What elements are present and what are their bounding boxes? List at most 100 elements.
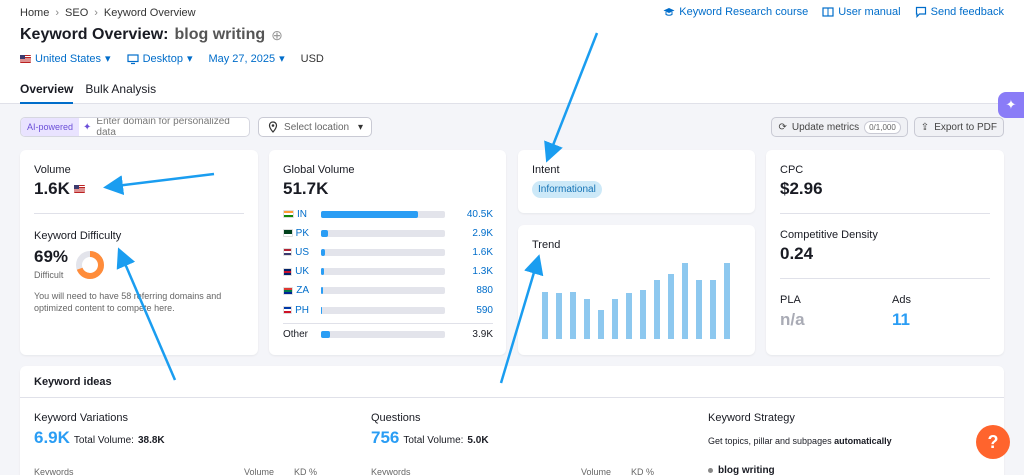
tab-bulk-analysis[interactable]: Bulk Analysis — [85, 82, 156, 104]
competitive-density-value: 0.24 — [780, 244, 814, 263]
keyword-variations-value[interactable]: 6.9K — [34, 428, 70, 448]
global-volume-value: 51.7K — [283, 179, 329, 198]
export-pdf-button[interactable]: ⇪ Export to PDF — [913, 117, 1004, 137]
questions-value[interactable]: 756 — [371, 428, 399, 448]
global-volume-card: Global Volume 51.7K IN 40.5K PK 2.9K US 1.6K U… — [269, 150, 506, 355]
user-manual-link[interactable]: User manual — [822, 6, 901, 18]
country-code[interactable]: PH — [283, 305, 309, 316]
country-volume-value[interactable]: 1.3K — [472, 266, 493, 277]
country-volume-value[interactable]: 40.5K — [467, 209, 493, 220]
competitive-density-label: Competitive Density — [780, 229, 878, 241]
page-title-prefix: Keyword Overview: — [20, 26, 169, 43]
global-volume-other-fill — [321, 330, 331, 338]
trend-bar — [626, 293, 632, 339]
country-code[interactable]: ZA — [283, 285, 309, 296]
ai-assistant-button[interactable]: ✦ — [998, 92, 1024, 118]
country-volume-bar — [321, 229, 445, 237]
toolbar: AI-powered ✦ Enter domain for personaliz… — [20, 117, 373, 137]
country-volume-value[interactable]: 590 — [476, 305, 493, 316]
tab-overview[interactable]: Overview — [20, 82, 74, 104]
questions-label: Questions — [371, 412, 421, 424]
country-code-label: IN — [297, 208, 307, 220]
questions-row: 756 Total Volume: 5.0K — [371, 428, 489, 448]
country-volume-value[interactable]: 2.9K — [472, 228, 493, 239]
country-volume-bar — [321, 248, 445, 256]
chevron-down-icon: ▾ — [279, 53, 285, 65]
domain-input[interactable]: ✦ Enter domain for personalized data — [79, 118, 249, 136]
trend-chart — [540, 263, 736, 339]
country-volume-bar — [321, 268, 445, 276]
country-volume-bar — [321, 306, 445, 314]
trend-label: Trend — [532, 239, 561, 251]
add-circle-icon[interactable]: ⊕ — [271, 27, 283, 44]
intent-card: Intent Informational — [518, 150, 755, 213]
device-select[interactable]: Desktop ▾ — [126, 52, 192, 65]
country-code[interactable]: UK — [283, 266, 309, 277]
us-flag-icon — [20, 54, 31, 63]
refresh-icon: ⟳ — [778, 121, 787, 133]
breadcrumb-current: Keyword Overview — [103, 7, 196, 19]
intent-badge: Informational — [532, 181, 602, 198]
country-volume-value[interactable]: 1.6K — [472, 247, 493, 258]
country-flag-icon — [283, 267, 293, 276]
keyword-research-course-link[interactable]: Keyword Research course — [663, 6, 808, 18]
trend-bar — [612, 299, 618, 339]
date-select[interactable]: May 27, 2025 ▾ — [208, 52, 285, 66]
column-header-keywords: Keywords — [34, 467, 74, 475]
keyword-variations-label: Keyword Variations — [34, 412, 128, 424]
breadcrumb-seo[interactable]: SEO — [65, 7, 88, 19]
column-header-kd: KD % — [631, 467, 655, 475]
chevron-right-icon: › — [55, 7, 60, 19]
send-feedback-link[interactable]: Send feedback — [915, 6, 1004, 18]
keyword-strategy-desc: Get topics, pillar and subpages — [708, 436, 832, 446]
country-volume-fill — [321, 229, 329, 237]
keyword-strategy-item-label: blog writing — [718, 465, 775, 475]
country-volume-value[interactable]: 880 — [476, 285, 493, 296]
keyword-research-course-label: Keyword Research course — [679, 6, 809, 18]
trend-bar — [584, 299, 590, 339]
global-volume-row: PK 2.9K — [283, 227, 493, 239]
ads-value: 11 — [892, 310, 910, 329]
graduation-cap-icon — [663, 8, 675, 16]
questions-total: 5.0K — [467, 435, 489, 446]
location-select[interactable]: Select location ▾ — [258, 117, 373, 137]
country-volume-fill — [321, 248, 325, 256]
date-select-value: May 27, 2025 — [208, 52, 276, 65]
help-button[interactable]: ? — [976, 425, 1010, 459]
book-icon — [822, 7, 834, 17]
country-volume-fill — [321, 306, 323, 314]
keyword-strategy-desc-row: Get topics, pillar and subpages automati… — [708, 436, 892, 446]
country-code-label: ZA — [296, 285, 309, 297]
column-header-volume: Volume — [581, 467, 612, 475]
device-select-value: Desktop — [142, 52, 183, 65]
update-metrics-button[interactable]: ⟳ Update metrics 0/1,000 — [771, 117, 908, 137]
volume-card: Volume 1.6K Keyword Difficulty 69% Diffi… — [20, 150, 258, 355]
global-volume-row: ZA 880 — [283, 285, 493, 297]
right-tools: ⟳ Update metrics 0/1,000 ⇪ Export to PDF — [771, 117, 1004, 137]
pla-value: n/a — [780, 310, 805, 329]
country-code[interactable]: US — [283, 247, 309, 258]
global-volume-other-bar — [321, 330, 445, 338]
us-flag-icon — [73, 185, 85, 193]
divider — [34, 213, 244, 214]
divider — [20, 397, 1004, 398]
breadcrumb-home[interactable]: Home — [20, 7, 49, 19]
country-volume-bar — [321, 210, 445, 218]
top-links: Keyword Research course User manual Send… — [663, 6, 1004, 18]
chevron-down-icon: ▾ — [105, 53, 111, 65]
keyword-ideas-card: Keyword ideas Keyword Variations 6.9K To… — [20, 366, 1004, 475]
country-code[interactable]: PK — [283, 228, 309, 239]
trend-bar — [696, 279, 702, 339]
country-volume-fill — [321, 287, 324, 295]
trend-bar — [556, 293, 562, 339]
country-code-label: PK — [295, 227, 309, 239]
country-code[interactable]: IN — [283, 209, 309, 220]
sparkle-icon: ✦ — [83, 121, 92, 133]
global-volume-row: US 1.6K — [283, 246, 493, 258]
keyword-strategy-item[interactable]: blog writing — [708, 465, 775, 475]
trend-bar — [682, 263, 688, 339]
country-select[interactable]: United States ▾ — [20, 52, 111, 65]
keyword-variations-row: 6.9K Total Volume: 38.8K — [34, 428, 165, 448]
global-volume-row: UK 1.3K — [283, 266, 493, 278]
country-volume-bar — [321, 287, 445, 295]
